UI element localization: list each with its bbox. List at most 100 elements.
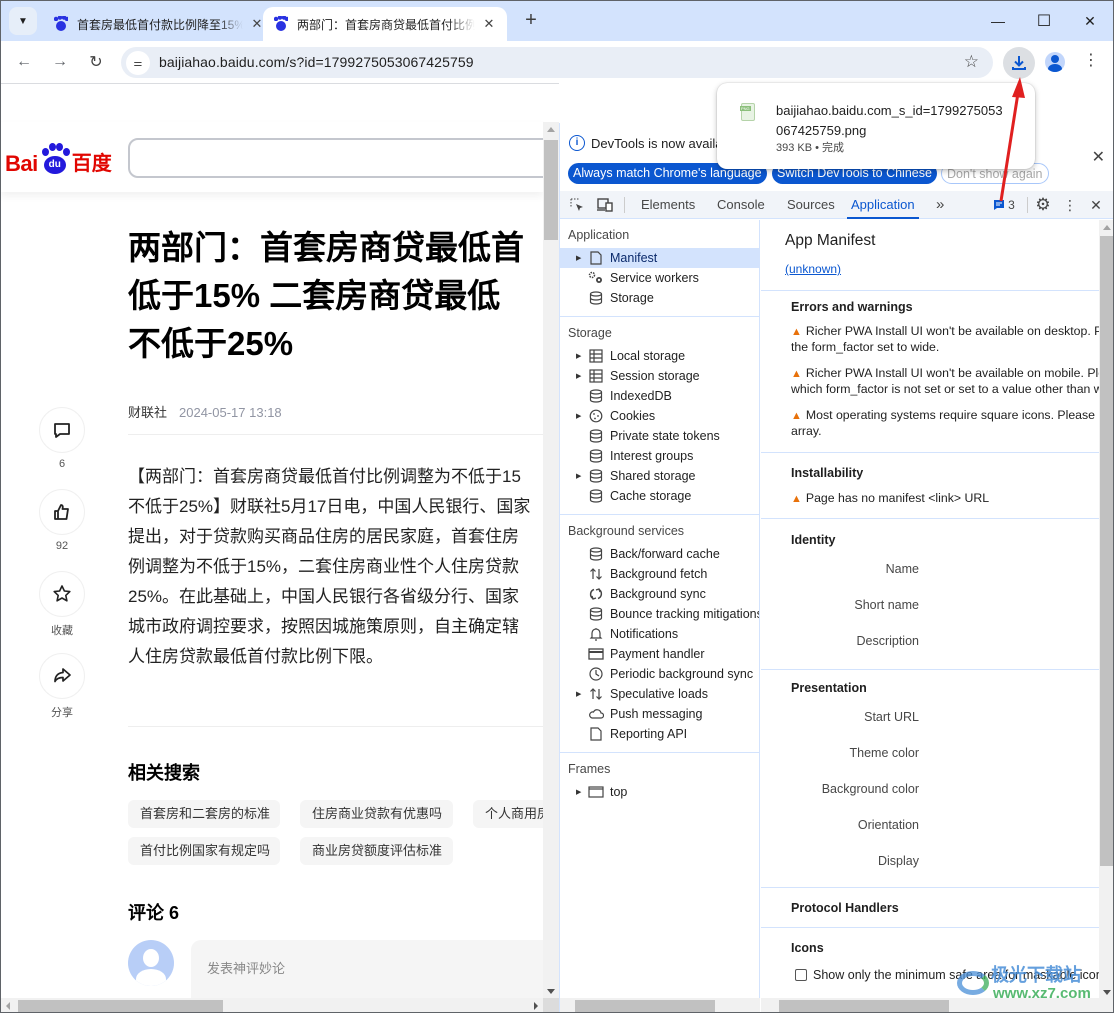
sidebar-item-interest-groups[interactable]: Interest groups [560, 446, 759, 466]
reload-button[interactable]: ↻ [84, 50, 108, 74]
share-action[interactable]: 分享 [38, 653, 86, 720]
device-toolbar-icon[interactable] [596, 196, 614, 214]
manifest-vertical-scrollbar[interactable] [1099, 220, 1113, 1000]
comment-input[interactable]: 发表神评妙论 [191, 940, 551, 998]
tab-search-button[interactable]: ▼ [9, 7, 37, 35]
scroll-down-icon[interactable] [547, 989, 555, 994]
favorite-action[interactable]: 收藏 [38, 571, 86, 638]
sidebar-item-reporting-api[interactable]: Reporting API [560, 724, 759, 744]
download-bubble[interactable]: baijiahao.baidu.com_s_id=1799275053 0674… [717, 83, 1035, 169]
close-window-button[interactable]: ✕ [1067, 1, 1113, 41]
sidebar-item-private-state-tokens[interactable]: Private state tokens [560, 426, 759, 446]
expand-arrow-icon[interactable]: ▶ [576, 352, 586, 360]
profile-avatar-icon[interactable] [1045, 52, 1065, 72]
field-label: Theme color [849, 746, 919, 760]
kebab-menu-icon[interactable]: ⋮ [1083, 51, 1099, 73]
site-info-button[interactable]: ⚌ [126, 51, 150, 75]
url-text[interactable]: baijiahao.baidu.com/s?id=179927505306742… [159, 54, 474, 70]
sidebar-item-storage[interactable]: Storage [560, 288, 759, 308]
sidebar-item-session-storage[interactable]: ▶ Session storage [560, 366, 759, 386]
scroll-right-icon[interactable] [534, 1002, 538, 1010]
issues-button[interactable]: 3 [990, 196, 1018, 214]
tab-1[interactable]: 首套房最低首付款比例降至15% ✕ [43, 7, 275, 41]
scroll-down-icon[interactable] [1103, 990, 1111, 995]
page-vertical-scrollbar[interactable] [543, 122, 559, 998]
sidebar-item-back-forward-cache[interactable]: Back/forward cache [560, 544, 759, 564]
sidebar-item-cookies[interactable]: ▶ Cookies [560, 406, 759, 426]
article-source[interactable]: 财联社 [128, 405, 167, 420]
tab-console[interactable]: Console [717, 191, 765, 219]
field-label: Description [856, 634, 919, 648]
expand-arrow-icon[interactable]: ▶ [576, 254, 586, 262]
forward-button[interactable]: → [48, 50, 72, 74]
tab-application[interactable]: Application [847, 191, 919, 219]
sidebar-item-top[interactable]: ▶ top [560, 782, 759, 802]
sidebar-horizontal-scrollbar[interactable] [560, 998, 760, 1012]
kebab-menu-icon[interactable]: ⋮ [1061, 196, 1079, 214]
sidebar-item-indexeddb[interactable]: IndexedDB [560, 386, 759, 406]
manifest-url-link[interactable]: (unknown) [785, 262, 841, 276]
sidebar-item-shared-storage[interactable]: ▶ Shared storage [560, 466, 759, 486]
sidebar-item-background-fetch[interactable]: Background fetch [560, 564, 759, 584]
new-tab-button[interactable]: + [519, 9, 543, 33]
sidebar-item-payment-handler[interactable]: Payment handler [560, 644, 759, 664]
scroll-thumb[interactable] [575, 1000, 715, 1012]
related-chip[interactable]: 商业房贷额度评估标准 [300, 837, 453, 865]
sidebar-item-label: Payment handler [610, 647, 705, 661]
sidebar-item-speculative-loads[interactable]: ▶ Speculative loads [560, 684, 759, 704]
expand-arrow-icon[interactable]: ▶ [576, 788, 586, 796]
baidu-search-input[interactable] [128, 138, 558, 178]
maskable-icons-checkbox[interactable]: Show only the minimum safe area for mask… [795, 968, 1099, 982]
sidebar-item-bounce-tracking-mitigations[interactable]: Bounce tracking mitigations [560, 604, 759, 624]
comment-action[interactable]: 6 [38, 407, 86, 470]
baidu-logo[interactable]: Bai du 百度 [5, 138, 112, 176]
download-filename[interactable]: baijiahao.baidu.com_s_id=1799275053 0674… [776, 101, 1026, 141]
manifest-horizontal-scrollbar[interactable] [761, 998, 1113, 1012]
related-chip[interactable]: 住房商业贷款有优惠吗 [300, 800, 453, 828]
sidebar-item-manifest[interactable]: ▶ Manifest [560, 248, 759, 268]
related-chip[interactable]: 首套房和二套房的标准 [128, 800, 280, 828]
sidebar-item-push-messaging[interactable]: Push messaging [560, 704, 759, 724]
more-tabs-button[interactable]: » [936, 191, 944, 219]
inspect-element-icon[interactable] [568, 196, 586, 214]
field-label: Start URL [864, 710, 919, 724]
minimize-button[interactable]: — [975, 1, 1021, 41]
scroll-up-icon[interactable] [1103, 225, 1111, 230]
settings-gear-icon[interactable]: ⚙ [1034, 195, 1052, 214]
tab-elements[interactable]: Elements [641, 191, 695, 219]
scroll-thumb[interactable] [779, 1000, 949, 1012]
page-horizontal-scrollbar[interactable] [1, 998, 559, 1012]
tab-sources[interactable]: Sources [787, 191, 835, 219]
scroll-thumb[interactable] [1100, 236, 1113, 866]
toolbar: ← → ↻ ⚌ baijiahao.baidu.com/s?id=1799275… [1, 41, 1113, 83]
tab-close-icon[interactable]: ✕ [481, 16, 497, 32]
scroll-thumb[interactable] [18, 1000, 223, 1012]
expand-arrow-icon[interactable]: ▶ [576, 690, 586, 698]
close-devtools-icon[interactable]: ✕ [1087, 196, 1105, 214]
related-chip[interactable]: 首付比例国家有规定吗 [128, 837, 280, 865]
like-action[interactable]: 92 [38, 489, 86, 552]
expand-arrow-icon[interactable]: ▶ [576, 372, 586, 380]
gears-icon [588, 270, 604, 286]
sidebar-item-periodic-background-sync[interactable]: Periodic background sync [560, 664, 759, 684]
chevron-down-icon: ▼ [18, 15, 28, 27]
infobar-close-icon[interactable]: ✕ [1092, 147, 1105, 167]
checkbox[interactable] [795, 969, 807, 981]
article-time: 2024-05-17 13:18 [179, 405, 282, 420]
sidebar-item-notifications[interactable]: Notifications [560, 624, 759, 644]
expand-arrow-icon[interactable]: ▶ [576, 472, 586, 480]
address-bar[interactable]: ⚌ baijiahao.baidu.com/s?id=1799275053067… [121, 47, 993, 78]
sidebar-item-service-workers[interactable]: Service workers [560, 268, 759, 288]
scroll-thumb[interactable] [544, 140, 558, 240]
tab-2-active[interactable]: 两部门：首套房商贷最低首付比例 ✕ [263, 7, 507, 41]
sidebar-item-background-sync[interactable]: Background sync [560, 584, 759, 604]
maximize-button[interactable]: ☐ [1021, 1, 1067, 41]
scroll-left-icon[interactable] [6, 1002, 10, 1010]
back-button[interactable]: ← [12, 50, 36, 74]
scroll-up-icon[interactable] [547, 127, 555, 132]
sidebar-item-cache-storage[interactable]: Cache storage [560, 486, 759, 506]
download-button[interactable] [1003, 47, 1035, 79]
expand-arrow-icon[interactable]: ▶ [576, 412, 586, 420]
sidebar-item-local-storage[interactable]: ▶ Local storage [560, 346, 759, 366]
bookmark-star-icon[interactable]: ☆ [964, 52, 979, 72]
